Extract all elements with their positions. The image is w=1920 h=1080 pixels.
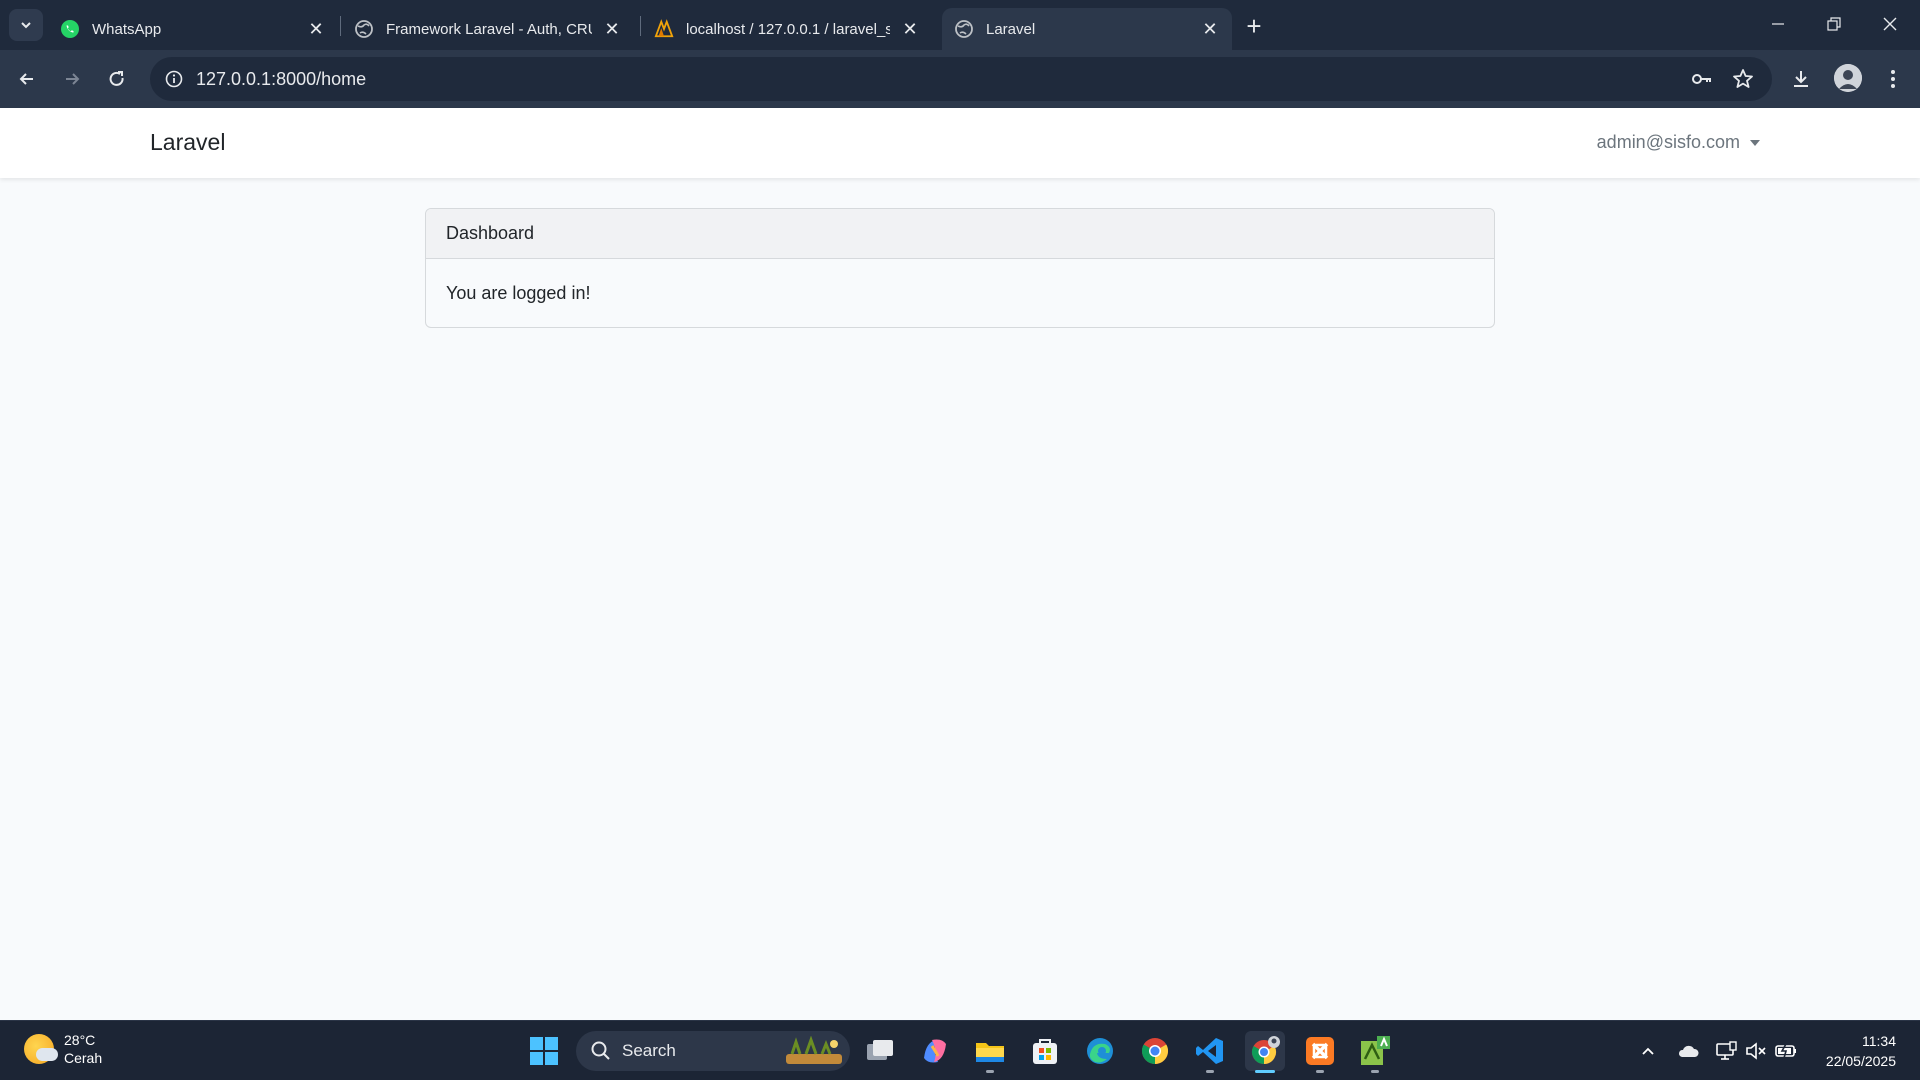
weather-condition: Cerah (64, 1050, 103, 1066)
xampp-icon (1306, 1037, 1334, 1065)
tab-title: WhatsApp (92, 20, 162, 38)
url-text[interactable]: 127.0.0.1:8000/home (196, 69, 366, 90)
forward-button[interactable] (55, 62, 89, 96)
task-view-icon (867, 1040, 893, 1060)
phpmyadmin-icon (654, 19, 674, 39)
card-header: Dashboard (426, 209, 1494, 259)
vscode-button[interactable] (1190, 1031, 1230, 1073)
site-info-icon[interactable] (160, 65, 188, 93)
taskbar-search[interactable]: Search (576, 1031, 850, 1071)
battery-button[interactable] (1774, 1039, 1798, 1063)
downloads-button[interactable] (1784, 62, 1818, 96)
notepad-plus-icon (1361, 1036, 1390, 1065)
battery-charging-icon (1775, 1043, 1796, 1059)
network-button[interactable] (1714, 1039, 1738, 1063)
new-tab-button[interactable]: + (1240, 11, 1268, 41)
back-button[interactable] (10, 62, 44, 96)
chrome-profile-icon (1251, 1036, 1280, 1064)
windows-logo-icon (530, 1037, 558, 1065)
tab-separator (340, 16, 341, 36)
clock-date: 22/05/2025 (1825, 1053, 1896, 1069)
tab-whatsapp[interactable]: WhatsApp ✕ (48, 8, 338, 50)
tab-title: localhost / 127.0.0.1 / laravel_sisfo (686, 20, 890, 38)
card-body: You are logged in! (446, 283, 591, 303)
globe-icon (954, 19, 974, 39)
show-hidden-icons-button[interactable] (1636, 1039, 1660, 1063)
navbar: Laravel admin@sisfo.com (0, 108, 1920, 178)
cloud-icon (1678, 1045, 1699, 1057)
taskbar: 28°C Cerah Search 11:34 22/05/2025 (0, 1020, 1920, 1080)
arrow-right-icon (66, 73, 80, 85)
notepad-plus-button[interactable] (1355, 1031, 1395, 1073)
tab-title: Framework Laravel - Auth, CRUD (386, 20, 592, 38)
microsoft-store-button[interactable] (1025, 1031, 1065, 1071)
user-avatar-icon (1834, 64, 1862, 92)
tab-framework-laravel[interactable]: Framework Laravel - Auth, CRUD ✕ (342, 8, 634, 50)
restore-button[interactable] (1806, 0, 1862, 48)
web-page: Laravel admin@sisfo.com Dashboard You ar… (0, 108, 1920, 1020)
profile-avatar[interactable] (1834, 64, 1862, 92)
tab-separator (640, 16, 641, 36)
minimize-button[interactable] (1750, 0, 1806, 48)
caret-down-icon (1750, 139, 1760, 146)
whatsapp-icon (60, 19, 80, 39)
minimize-icon (1772, 23, 1784, 25)
edge-button[interactable] (1080, 1031, 1120, 1071)
volume-button[interactable] (1744, 1039, 1768, 1063)
tab-title: Laravel (986, 20, 1036, 38)
globe-icon (354, 19, 374, 39)
start-button[interactable] (524, 1031, 564, 1071)
system-clock[interactable]: 11:34 22/05/2025 (1826, 1031, 1896, 1071)
weather-sun-cloud-icon (24, 1034, 58, 1064)
address-bar[interactable]: 127.0.0.1:8000/home (150, 57, 1772, 101)
dashboard-card: Dashboard You are logged in! (425, 208, 1495, 328)
copilot-icon (924, 1039, 946, 1063)
reload-button[interactable] (100, 62, 134, 96)
vscode-icon (1196, 1038, 1223, 1064)
tab-laravel[interactable]: Laravel ✕ (942, 8, 1232, 50)
onedrive-button[interactable] (1676, 1039, 1700, 1063)
close-icon (1883, 17, 1897, 31)
bookmark-star-icon[interactable] (1729, 65, 1757, 93)
arrow-left-icon (19, 73, 33, 85)
tab-close-icon[interactable]: ✕ (898, 17, 922, 41)
network-icon (1716, 1041, 1737, 1060)
download-icon (1794, 71, 1808, 87)
tab-close-icon[interactable]: ✕ (1198, 17, 1222, 41)
xampp-button[interactable] (1300, 1031, 1340, 1073)
volume-muted-icon (1746, 1042, 1766, 1060)
browser-toolbar: 127.0.0.1:8000/home (0, 50, 1920, 108)
user-dropdown[interactable]: admin@sisfo.com (1597, 132, 1760, 153)
close-window-button[interactable] (1862, 0, 1918, 48)
chrome-button[interactable] (1135, 1031, 1175, 1071)
store-icon (1033, 1039, 1057, 1064)
clock-time: 11:34 (1862, 1033, 1896, 1049)
folder-icon (976, 1043, 1004, 1062)
copilot-button[interactable] (915, 1031, 955, 1071)
tab-phpmyadmin[interactable]: localhost / 127.0.0.1 / laravel_sisfo ✕ (642, 8, 932, 50)
browser-tab-strip: WhatsApp ✕ Framework Laravel - Auth, CRU… (0, 0, 1920, 50)
password-key-icon[interactable] (1688, 65, 1716, 93)
tab-close-icon[interactable]: ✕ (600, 17, 624, 41)
chrome-icon (1141, 1038, 1169, 1065)
reload-icon (109, 71, 124, 86)
navbar-brand[interactable]: Laravel (150, 129, 225, 156)
task-view-button[interactable] (860, 1031, 900, 1071)
restore-icon (1827, 17, 1841, 31)
tab-close-icon[interactable]: ✕ (304, 17, 328, 41)
weather-temp: 28°C (64, 1032, 96, 1048)
chrome-profile-button[interactable] (1245, 1031, 1285, 1073)
chevron-down-icon (21, 22, 31, 29)
chevron-up-icon (1642, 1047, 1654, 1055)
tab-search-button[interactable] (9, 9, 43, 41)
weather-widget[interactable]: 28°C Cerah (24, 1031, 102, 1067)
more-vertical-icon (1891, 70, 1895, 88)
edge-icon (1087, 1038, 1113, 1064)
search-icon (591, 1041, 610, 1060)
browser-menu-button[interactable] (1876, 62, 1910, 96)
search-highlight-image-icon (786, 1036, 842, 1064)
search-label: Search (622, 1041, 676, 1060)
user-email: admin@sisfo.com (1596, 132, 1740, 152)
file-explorer-button[interactable] (970, 1031, 1010, 1073)
